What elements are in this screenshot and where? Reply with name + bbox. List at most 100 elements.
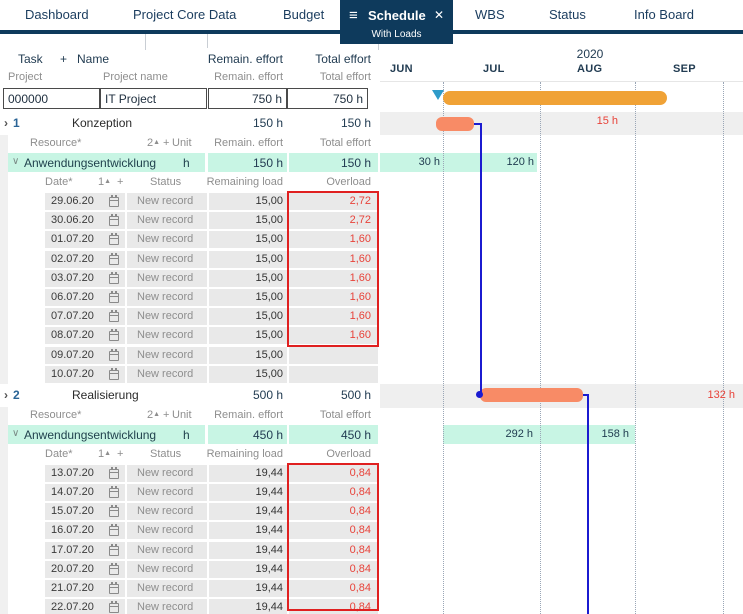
date-sort-button[interactable]: 1▲ (98, 448, 111, 460)
menu-icon[interactable]: ≡ (349, 7, 358, 24)
remaining-load-cell[interactable]: 15,00 (209, 308, 287, 325)
calendar-icon[interactable] (109, 274, 119, 284)
nav-item-project-core-data[interactable]: Project Core Data (133, 0, 236, 30)
add-resource-button[interactable]: + (163, 409, 169, 421)
remaining-load-cell[interactable]: 19,44 (209, 503, 287, 520)
date-cell[interactable]: 29.06.20 (45, 193, 125, 210)
status-cell[interactable]: New record (127, 503, 207, 520)
status-cell[interactable]: New record (127, 347, 207, 364)
date-cell[interactable]: 30.06.20 (45, 212, 125, 229)
date-cell[interactable]: 06.07.20 (45, 289, 125, 306)
close-icon[interactable]: ✕ (434, 8, 444, 22)
calendar-icon[interactable] (109, 312, 119, 322)
calendar-icon[interactable] (109, 235, 119, 245)
add-date-button[interactable]: + (117, 448, 123, 460)
add-resource-button[interactable]: + (163, 137, 169, 149)
nav-item-dashboard[interactable]: Dashboard (25, 0, 89, 30)
calendar-icon[interactable] (109, 331, 119, 341)
remaining-load-cell[interactable]: 19,44 (209, 484, 287, 501)
calendar-icon[interactable] (109, 216, 119, 226)
calendar-icon[interactable] (109, 197, 119, 207)
remaining-load-cell[interactable]: 19,44 (209, 542, 287, 559)
nav-item-wbs[interactable]: WBS (475, 0, 505, 30)
date-cell[interactable]: 13.07.20 (45, 465, 125, 482)
project-remain-field[interactable] (208, 88, 287, 109)
remaining-load-cell[interactable]: 15,00 (209, 289, 287, 306)
date-cell[interactable]: 02.07.20 (45, 251, 125, 268)
status-cell[interactable]: New record (127, 193, 207, 210)
calendar-icon[interactable] (109, 469, 119, 479)
task1-gantt-bar[interactable] (436, 117, 474, 131)
status-cell[interactable]: New record (127, 289, 207, 306)
remaining-load-cell[interactable]: 15,00 (209, 347, 287, 364)
calendar-icon[interactable] (109, 370, 119, 380)
resource-row[interactable]: ∨ Anwendungsentwicklung h 450 h 450 h (0, 425, 380, 444)
task-row[interactable]: › 2 Realisierung 500 h 500 h (0, 384, 380, 407)
date-cell[interactable]: 01.07.20 (45, 231, 125, 248)
date-cell[interactable]: 21.07.20 (45, 580, 125, 597)
status-cell[interactable]: New record (127, 212, 207, 229)
status-cell[interactable]: New record (127, 522, 207, 539)
resource-sort-button[interactable]: 2▲ (147, 409, 160, 421)
remaining-load-cell[interactable]: 15,00 (209, 327, 287, 344)
status-cell[interactable]: New record (127, 484, 207, 501)
status-cell[interactable]: New record (127, 270, 207, 287)
project-id-field[interactable] (3, 88, 100, 109)
remaining-load-cell[interactable]: 19,44 (209, 522, 287, 539)
resource-row[interactable]: ∨ Anwendungsentwicklung h 150 h 150 h (0, 153, 380, 172)
project-gantt-bar[interactable] (443, 91, 667, 105)
date-cell[interactable]: 10.07.20 (45, 366, 125, 383)
calendar-icon[interactable] (109, 488, 119, 498)
date-cell[interactable]: 03.07.20 (45, 270, 125, 287)
status-cell[interactable]: New record (127, 327, 207, 344)
remaining-load-cell[interactable]: 15,00 (209, 193, 287, 210)
remaining-load-cell[interactable]: 15,00 (209, 212, 287, 229)
calendar-icon[interactable] (109, 351, 119, 361)
status-cell[interactable]: New record (127, 366, 207, 383)
nav-item-info-board[interactable]: Info Board (634, 0, 694, 30)
tab-schedule[interactable]: ≡ Schedule ✕ With Loads (340, 0, 453, 44)
status-cell[interactable]: New record (127, 308, 207, 325)
date-sort-button[interactable]: 1▲ (98, 176, 111, 188)
date-cell[interactable]: 14.07.20 (45, 484, 125, 501)
remaining-load-cell[interactable]: 15,00 (209, 251, 287, 268)
date-cell[interactable]: 15.07.20 (45, 503, 125, 520)
nav-item-status[interactable]: Status (549, 0, 586, 30)
remaining-load-cell[interactable]: 19,44 (209, 599, 287, 614)
status-cell[interactable]: New record (127, 580, 207, 597)
date-cell[interactable]: 07.07.20 (45, 308, 125, 325)
date-cell[interactable]: 09.07.20 (45, 347, 125, 364)
calendar-icon[interactable] (109, 546, 119, 556)
calendar-icon[interactable] (109, 526, 119, 536)
remaining-load-cell[interactable]: 19,44 (209, 580, 287, 597)
status-cell[interactable]: New record (127, 599, 207, 614)
status-cell[interactable]: New record (127, 251, 207, 268)
status-cell[interactable]: New record (127, 561, 207, 578)
add-task-button[interactable]: + (60, 52, 67, 66)
date-cell[interactable]: 22.07.20 (45, 599, 125, 614)
date-cell[interactable]: 08.07.20 (45, 327, 125, 344)
nav-item-budget[interactable]: Budget (283, 0, 324, 30)
collapse-chevron-icon[interactable]: ∨ (12, 428, 19, 439)
status-cell[interactable]: New record (127, 542, 207, 559)
remaining-load-cell[interactable]: 19,44 (209, 465, 287, 482)
calendar-icon[interactable] (109, 507, 119, 517)
status-cell[interactable]: New record (127, 465, 207, 482)
column-divider[interactable] (145, 34, 146, 50)
remaining-load-cell[interactable]: 15,00 (209, 231, 287, 248)
remaining-load-cell[interactable]: 15,00 (209, 270, 287, 287)
calendar-icon[interactable] (109, 293, 119, 303)
collapse-chevron-icon[interactable]: ∨ (12, 156, 19, 167)
project-total-field[interactable] (287, 88, 368, 109)
status-cell[interactable]: New record (127, 231, 207, 248)
calendar-icon[interactable] (109, 255, 119, 265)
calendar-icon[interactable] (109, 603, 119, 613)
add-date-button[interactable]: + (117, 176, 123, 188)
project-name-field[interactable] (100, 88, 207, 109)
task-row[interactable]: › 1 Konzeption 150 h 150 h (0, 112, 380, 135)
expand-chevron-icon[interactable]: › (4, 116, 8, 130)
date-cell[interactable]: 16.07.20 (45, 522, 125, 539)
date-cell[interactable]: 20.07.20 (45, 561, 125, 578)
date-cell[interactable]: 17.07.20 (45, 542, 125, 559)
remaining-load-cell[interactable]: 19,44 (209, 561, 287, 578)
